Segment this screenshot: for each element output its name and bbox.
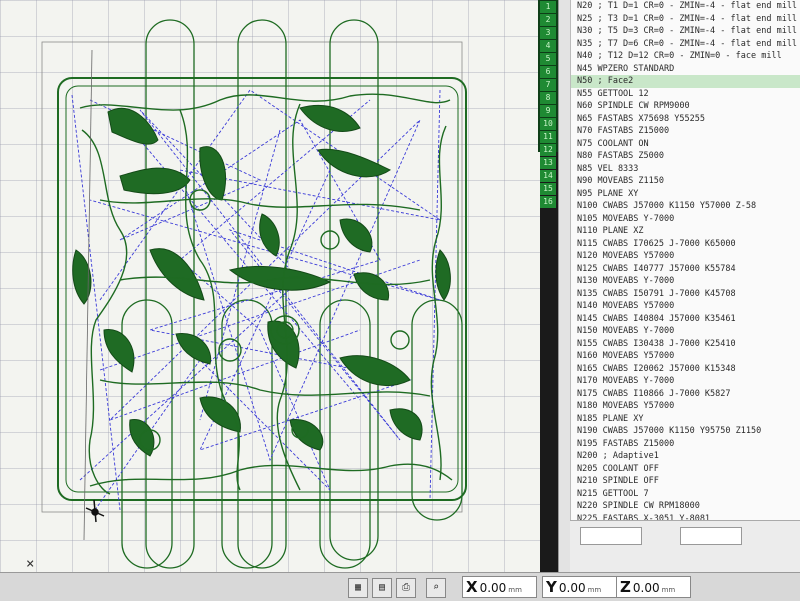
nc-code-line[interactable]: N195 FASTABS Z15000 <box>571 438 800 451</box>
tool-number-cell[interactable]: 12 <box>540 144 556 156</box>
grid-icon: ▦ <box>354 582 362 593</box>
nc-code-line[interactable]: N125 CWABS I40777 J57000 K55784 <box>571 263 800 276</box>
tool-number-cell[interactable]: 13 <box>540 157 556 169</box>
nc-code-line[interactable]: N25 ; T3 D=1 CR=0 - ZMIN=-4 - flat end m… <box>571 13 800 26</box>
y-coordinate-field[interactable]: Y 0.00 mm <box>542 576 617 598</box>
nc-code-line[interactable]: N210 SPINDLE OFF <box>571 475 800 488</box>
x-unit: mm <box>508 586 522 594</box>
zoom-button[interactable]: ⌕ <box>426 578 446 598</box>
tool-number-cell[interactable]: 2 <box>540 14 556 26</box>
nc-code-line[interactable]: N160 MOVEABS Y57000 <box>571 350 800 363</box>
z-axis-label: Z <box>620 578 631 596</box>
tool-number-cell[interactable]: 16 <box>540 196 556 208</box>
nc-code-line[interactable]: N70 FASTABS Z15000 <box>571 125 800 138</box>
nc-code-line[interactable]: N150 MOVEABS Y-7000 <box>571 325 800 338</box>
x-axis-label: X <box>466 578 478 596</box>
x-coordinate-field[interactable]: X 0.00 mm <box>462 576 537 598</box>
nc-code-line[interactable]: N205 COOLANT OFF <box>571 463 800 476</box>
nc-code-line[interactable]: N30 ; T5 D=3 CR=0 - ZMIN=-4 - flat end m… <box>571 25 800 38</box>
tool-number-cell[interactable]: 8 <box>540 92 556 104</box>
nc-code-line[interactable]: N175 CWABS I10866 J-7000 K5827 <box>571 388 800 401</box>
layers-icon: ▤ <box>378 582 386 593</box>
nc-code-line[interactable]: N35 ; T7 D=6 CR=0 - ZMIN=-4 - flat end m… <box>571 38 800 51</box>
tool-number-cell[interactable]: 14 <box>540 170 556 182</box>
y-unit: mm <box>587 586 602 594</box>
tool-number-cell[interactable]: 4 <box>540 40 556 52</box>
nc-code-line[interactable]: N55 GETTOOL 12 <box>571 88 800 101</box>
tool-number-cell[interactable]: 15 <box>540 183 556 195</box>
nc-code-line[interactable]: N180 MOVEABS Y57000 <box>571 400 800 413</box>
toolpath-canvas <box>41 19 467 569</box>
y-value: 0.00 <box>558 581 586 595</box>
toolbar-view-button[interactable]: ▤ <box>372 578 392 598</box>
face-passes <box>121 19 463 569</box>
tool-number-cell[interactable]: 5 <box>540 53 556 65</box>
tool-number-column: 1 2 3 4 5 6 7 8 9 10 11 12 13 14 15 16 <box>538 0 560 208</box>
nc-code-line[interactable]: N95 PLANE XY <box>571 188 800 201</box>
nc-code-line[interactable]: N45 WPZERO STANDARD <box>571 63 800 76</box>
nc-code-line[interactable]: N165 CWABS I20062 J57000 K15348 <box>571 363 800 376</box>
face-pass <box>411 299 463 521</box>
code-footer-field[interactable] <box>680 527 742 545</box>
origin-cross-label: × <box>26 556 35 572</box>
nc-code-panel[interactable]: N20 ; T1 D=1 CR=0 - ZMIN=-4 - flat end m… <box>570 0 800 520</box>
nc-code-line[interactable]: N135 CWABS I50791 J-7000 K45708 <box>571 288 800 301</box>
nc-code-line[interactable]: N130 MOVEABS Y-7000 <box>571 275 800 288</box>
nc-code-line[interactable]: N140 MOVEABS Y57000 <box>571 300 800 313</box>
nc-code-line[interactable]: N85 VEL 8333 <box>571 163 800 176</box>
part-outline <box>57 77 467 501</box>
z-coordinate-field[interactable]: Z 0.00 mm <box>616 576 691 598</box>
face-pass <box>319 299 371 569</box>
tool-number-cell[interactable]: 11 <box>540 131 556 143</box>
nc-code-line[interactable]: N200 ; Adaptive1 <box>571 450 800 463</box>
nc-code-line[interactable]: N155 CWABS I30438 J-7000 K25410 <box>571 338 800 351</box>
print-icon: ⎙ <box>402 582 410 593</box>
nc-code-line[interactable]: N100 CWABS J57000 K1150 Y57000 Z-58 <box>571 200 800 213</box>
toolbar-view-button[interactable]: ▦ <box>348 578 368 598</box>
nc-code-line[interactable]: N170 MOVEABS Y-7000 <box>571 375 800 388</box>
toolpath-viewport[interactable]: × <box>0 0 540 572</box>
nc-code-line[interactable]: N65 FASTABS X75698 Y55255 <box>571 113 800 126</box>
face-pass <box>237 19 287 569</box>
tool-number-cell[interactable]: 3 <box>540 27 556 39</box>
tool-number-cell[interactable]: 7 <box>540 79 556 91</box>
code-panel-footer <box>570 520 800 573</box>
nc-code-line[interactable]: N145 CWABS I40804 J57000 K35461 <box>571 313 800 326</box>
nc-code-line[interactable]: N115 CWABS I70625 J-7000 K65000 <box>571 238 800 251</box>
nc-code-line[interactable]: N50 ; Face2 <box>571 75 800 88</box>
toolbar-view-button[interactable]: ⎙ <box>396 578 416 598</box>
nc-code-line[interactable]: N75 COOLANT ON <box>571 138 800 151</box>
z-unit: mm <box>661 586 676 594</box>
status-bar: ▦ ▤ ⎙ ⌕ X 0.00 mm Y 0.00 mm Z 0.00 mm <box>0 572 800 601</box>
nc-code-line[interactable]: N185 PLANE XY <box>571 413 800 426</box>
nc-code-line[interactable]: N225 FASTABS X-3051 Y-8081 <box>571 513 800 521</box>
tool-number-cell[interactable]: 6 <box>540 66 556 78</box>
z-value: 0.00 <box>632 581 660 595</box>
tool-number-cell[interactable]: 10 <box>540 118 556 130</box>
origin-marker <box>85 499 105 523</box>
nc-code-line[interactable]: N20 ; T1 D=1 CR=0 - ZMIN=-4 - flat end m… <box>571 0 800 13</box>
y-axis-label: Y <box>546 578 557 596</box>
nc-code-line[interactable]: N60 SPINDLE CW RPM9000 <box>571 100 800 113</box>
x-value: 0.00 <box>479 581 507 595</box>
tool-number-cell[interactable]: 1 <box>540 1 556 13</box>
nc-code-line[interactable]: N215 GETTOOL 7 <box>571 488 800 501</box>
nc-code-line[interactable]: N110 PLANE XZ <box>571 225 800 238</box>
nc-code-line[interactable]: N190 CWABS J57000 K1150 Y95750 Z1150 <box>571 425 800 438</box>
nc-code-line[interactable]: N90 MOVEABS Z1150 <box>571 175 800 188</box>
nc-code-line[interactable]: N40 ; T12 D=12 CR=0 - ZMIN=0 - face mill <box>571 50 800 63</box>
nc-code-line[interactable]: N105 MOVEABS Y-7000 <box>571 213 800 226</box>
code-footer-field[interactable] <box>580 527 642 545</box>
part-inner-outline <box>65 85 459 493</box>
magnifier-icon: ⌕ <box>432 582 440 593</box>
nc-code-line[interactable]: N120 MOVEABS Y57000 <box>571 250 800 263</box>
nc-code-line[interactable]: N80 FASTABS Z5000 <box>571 150 800 163</box>
nc-code-line[interactable]: N220 SPINDLE CW RPM18000 <box>571 500 800 513</box>
tool-number-cell[interactable]: 9 <box>540 105 556 117</box>
